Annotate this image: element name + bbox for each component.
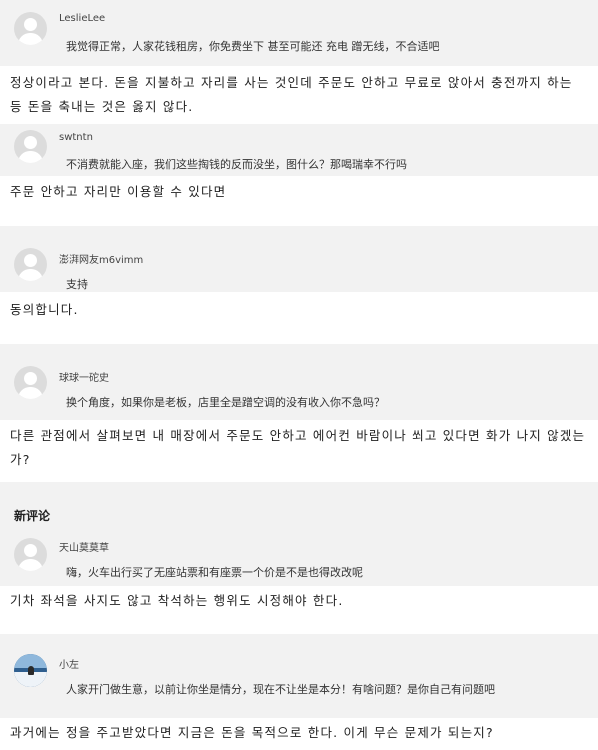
comment-text: 换个角度，如果你是老板，店里全是蹭空调的没有收入你不急吗？ — [66, 396, 385, 409]
comment-username[interactable]: 澎湃网友m6vimm — [59, 251, 143, 266]
comment-username[interactable]: LeslieLee — [59, 13, 105, 24]
translation-box: 다른 관점에서 살펴보면 내 매장에서 주문도 안하고 에어컨 바람이나 쐬고 … — [0, 420, 598, 482]
comment-text: 人家开门做生意，以前让你坐是情分，现在不让坐是本分！有啥问题？是你自己有问题吧 — [66, 683, 495, 696]
translation-text: 동의합니다. — [10, 302, 79, 317]
translation-box: 기차 좌석을 사지도 않고 착석하는 행위도 시정해야 한다. — [0, 586, 598, 634]
translation-box: 정상이라고 본다. 돈을 지불하고 자리를 사는 것인데 주문도 안하고 무료로… — [0, 66, 598, 124]
comment-item: 天山莫莫草 嗨，火车出行买了无座站票和有座票一个价是不是也得改改呢 — [0, 526, 598, 586]
avatar[interactable] — [14, 366, 47, 399]
comment-username[interactable]: swtntn — [59, 132, 93, 143]
comment-username[interactable]: 小左 — [59, 656, 79, 671]
avatar[interactable] — [14, 248, 47, 281]
new-comments-header: 新评论 — [0, 482, 598, 526]
comment-item: LeslieLee 我觉得正常，人家花钱租房，你免费坐下 甚至可能还 充电 蹭无… — [0, 0, 598, 66]
translation-text: 다른 관점에서 살펴보면 내 매장에서 주문도 안하고 에어컨 바람이나 쐬고 … — [10, 428, 586, 467]
avatar[interactable] — [14, 538, 47, 571]
translation-text: 과거에는 정을 주고받았다면 지금은 돈을 목적으로 한다. 이게 무슨 문제가… — [10, 725, 494, 740]
section-title: 新评论 — [14, 509, 51, 523]
comment-item: 澎湃网友m6vimm 支持 — [0, 226, 598, 292]
comment-item: 球球一砣史 换个角度，如果你是老板，店里全是蹭空调的没有收入你不急吗？ — [0, 344, 598, 420]
comment-username[interactable]: 天山莫莫草 — [59, 539, 109, 554]
comment-text: 嗨，火车出行买了无座站票和有座票一个价是不是也得改改呢 — [66, 566, 363, 579]
translation-box: 주문 안하고 자리만 이용할 수 있다면 — [0, 176, 598, 226]
avatar[interactable] — [14, 130, 47, 163]
avatar[interactable] — [14, 12, 47, 45]
translation-text: 정상이라고 본다. 돈을 지불하고 자리를 사는 것인데 주문도 안하고 무료로… — [10, 75, 573, 114]
translation-text: 기차 좌석을 사지도 않고 착석하는 행위도 시정해야 한다. — [10, 593, 344, 608]
translation-box: 과거에는 정을 주고받았다면 지금은 돈을 목적으로 한다. 이게 무슨 문제가… — [0, 718, 598, 750]
avatar[interactable] — [14, 654, 47, 687]
comment-text: 不消费就能入座，我们这些掏钱的反而没坐，图什么？那喝瑞幸不行吗 — [66, 158, 407, 171]
comment-username[interactable]: 球球一砣史 — [59, 369, 109, 384]
comment-text: 我觉得正常，人家花钱租房，你免费坐下 甚至可能还 充电 蹭无线，不合适吧 — [66, 40, 440, 53]
comment-item: swtntn 不消费就能入座，我们这些掏钱的反而没坐，图什么？那喝瑞幸不行吗 — [0, 124, 598, 176]
comment-item: 小左 人家开门做生意，以前让你坐是情分，现在不让坐是本分！有啥问题？是你自己有问… — [0, 634, 598, 718]
translation-box: 동의합니다. — [0, 292, 598, 344]
translation-text: 주문 안하고 자리만 이용할 수 있다면 — [10, 184, 227, 199]
